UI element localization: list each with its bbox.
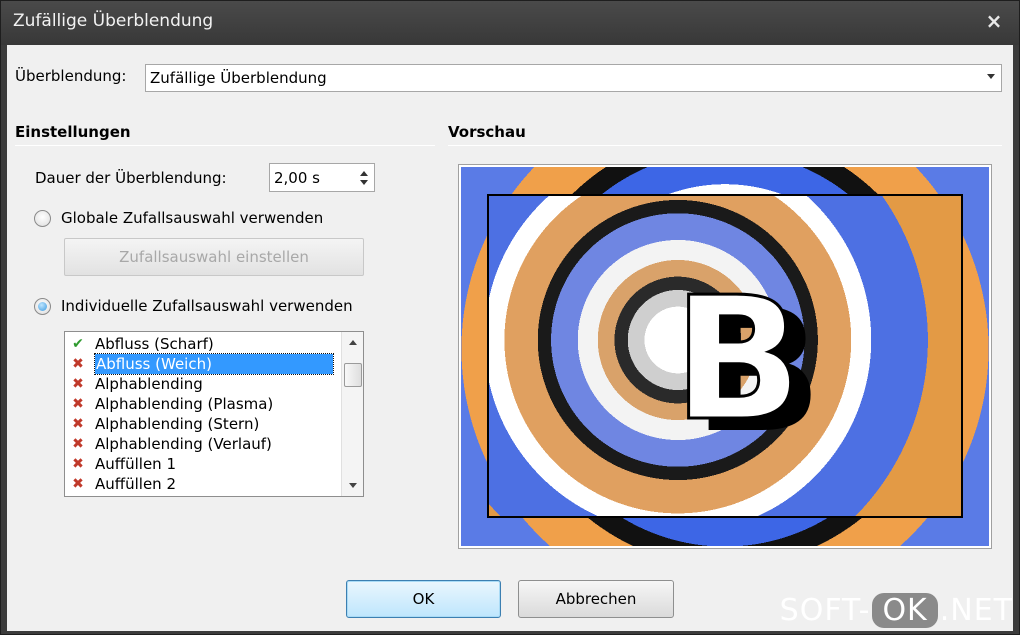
list-item-label: Abfluss (Scharf) <box>95 335 214 353</box>
list-item[interactable]: ✖ Auffüllen 2 <box>65 474 345 494</box>
preview-heading: Vorschau <box>448 123 526 141</box>
list-item[interactable]: ✖ Alphablending (Plasma) <box>65 394 345 414</box>
list-item-label: Alphablending (Plasma) <box>95 395 274 413</box>
preview-separator <box>448 145 1002 146</box>
list-scrollbar[interactable] <box>341 332 363 496</box>
list-item[interactable]: ✔ Abfluss (Scharf) <box>65 334 345 354</box>
scroll-down-icon[interactable] <box>349 483 357 488</box>
cross-icon[interactable]: ✖ <box>71 357 85 371</box>
cross-icon[interactable]: ✖ <box>71 397 85 411</box>
duration-label: Dauer der Überblendung: <box>35 169 227 187</box>
transition-label: Überblendung: <box>15 67 127 85</box>
list-item[interactable]: ✖ Alphablending (Stern) <box>65 414 345 434</box>
list-item[interactable]: ✖ Alphablending <box>65 374 345 394</box>
dialog-body: Überblendung: Zufällige Überblendung Ein… <box>7 45 1013 631</box>
configure-random-button[interactable]: Zufallsauswahl einstellen <box>64 238 364 276</box>
cancel-button[interactable]: Abbrechen <box>518 580 674 618</box>
individual-random-radio[interactable] <box>34 298 51 315</box>
list-item-label: Alphablending (Stern) <box>95 415 260 433</box>
list-item-label: Auffüllen 2 <box>95 475 176 493</box>
dialog-window: Zufällige Überblendung × Überblendung: Z… <box>0 0 1020 635</box>
window-title: Zufällige Überblendung <box>13 11 214 31</box>
list-item[interactable]: ✖ Auffüllen 1 <box>65 454 345 474</box>
list-item[interactable]: ✖ Alphablending (Verlauf) <box>65 434 345 454</box>
duration-value: 2,00 s <box>274 169 320 187</box>
cross-icon[interactable]: ✖ <box>71 477 85 491</box>
check-icon[interactable]: ✔ <box>71 337 85 351</box>
list-item-label: Alphablending (Verlauf) <box>95 435 272 453</box>
chevron-down-icon <box>987 74 995 79</box>
preview-image: B B <box>461 167 989 546</box>
global-random-radio[interactable] <box>34 210 51 227</box>
settings-heading: Einstellungen <box>15 123 131 141</box>
watermark-left: SOFT- <box>779 593 871 628</box>
transition-dropdown-value: Zufällige Überblendung <box>150 69 327 87</box>
watermark-right: .NET <box>939 593 1013 628</box>
preview-letter: B <box>672 261 805 459</box>
scroll-up-icon[interactable] <box>349 340 357 345</box>
cross-icon[interactable]: ✖ <box>71 377 85 391</box>
list-item-label: Abfluss (Weich) <box>94 353 334 375</box>
stepper-down-icon[interactable] <box>360 180 368 185</box>
scroll-thumb[interactable] <box>344 363 362 387</box>
duration-stepper[interactable]: 2,00 s <box>269 163 375 192</box>
title-bar[interactable]: Zufällige Überblendung × <box>1 1 1019 45</box>
watermark-middle: OK <box>872 593 938 628</box>
cross-icon[interactable]: ✖ <box>71 457 85 471</box>
stepper-up-icon[interactable] <box>360 171 368 176</box>
close-icon[interactable]: × <box>983 10 1005 32</box>
preview-frame: B B <box>458 164 992 549</box>
list-item-selected[interactable]: ✖ Abfluss (Weich) <box>65 353 345 375</box>
transition-dropdown[interactable]: Zufällige Überblendung <box>145 64 1002 92</box>
global-random-label[interactable]: Globale Zufallsauswahl verwenden <box>61 209 323 227</box>
list-item-label: Alphablending <box>95 375 203 393</box>
individual-random-label[interactable]: Individuelle Zufallsauswahl verwenden <box>61 297 353 315</box>
ok-button[interactable]: OK <box>346 580 501 618</box>
settings-separator <box>15 145 435 146</box>
list-item-label: Auffüllen 1 <box>95 455 176 473</box>
transition-list[interactable]: ✔ Abfluss (Scharf) ✖ Abfluss (Weich) ✖ A… <box>64 331 364 497</box>
watermark: SOFT- OK .NET <box>780 593 1013 628</box>
cross-icon[interactable]: ✖ <box>71 417 85 431</box>
cross-icon[interactable]: ✖ <box>71 437 85 451</box>
